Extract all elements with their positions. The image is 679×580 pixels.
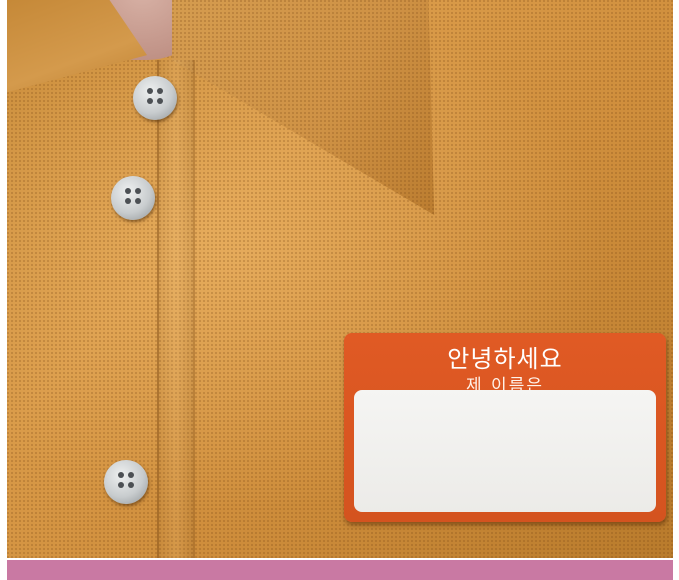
shirt-photo: 안녕하세요 제 이름은 (7, 0, 673, 558)
button-placket (157, 60, 195, 558)
name-tag-sticker: 안녕하세요 제 이름은 (344, 333, 666, 522)
shirt-button (111, 176, 155, 220)
footer-bar (7, 560, 673, 580)
name-tag-blank-field (354, 390, 656, 512)
collar-right (172, 0, 435, 215)
shirt-button (104, 460, 148, 504)
shirt-button (133, 76, 177, 120)
name-tag-greeting: 안녕하세요 (447, 345, 563, 373)
